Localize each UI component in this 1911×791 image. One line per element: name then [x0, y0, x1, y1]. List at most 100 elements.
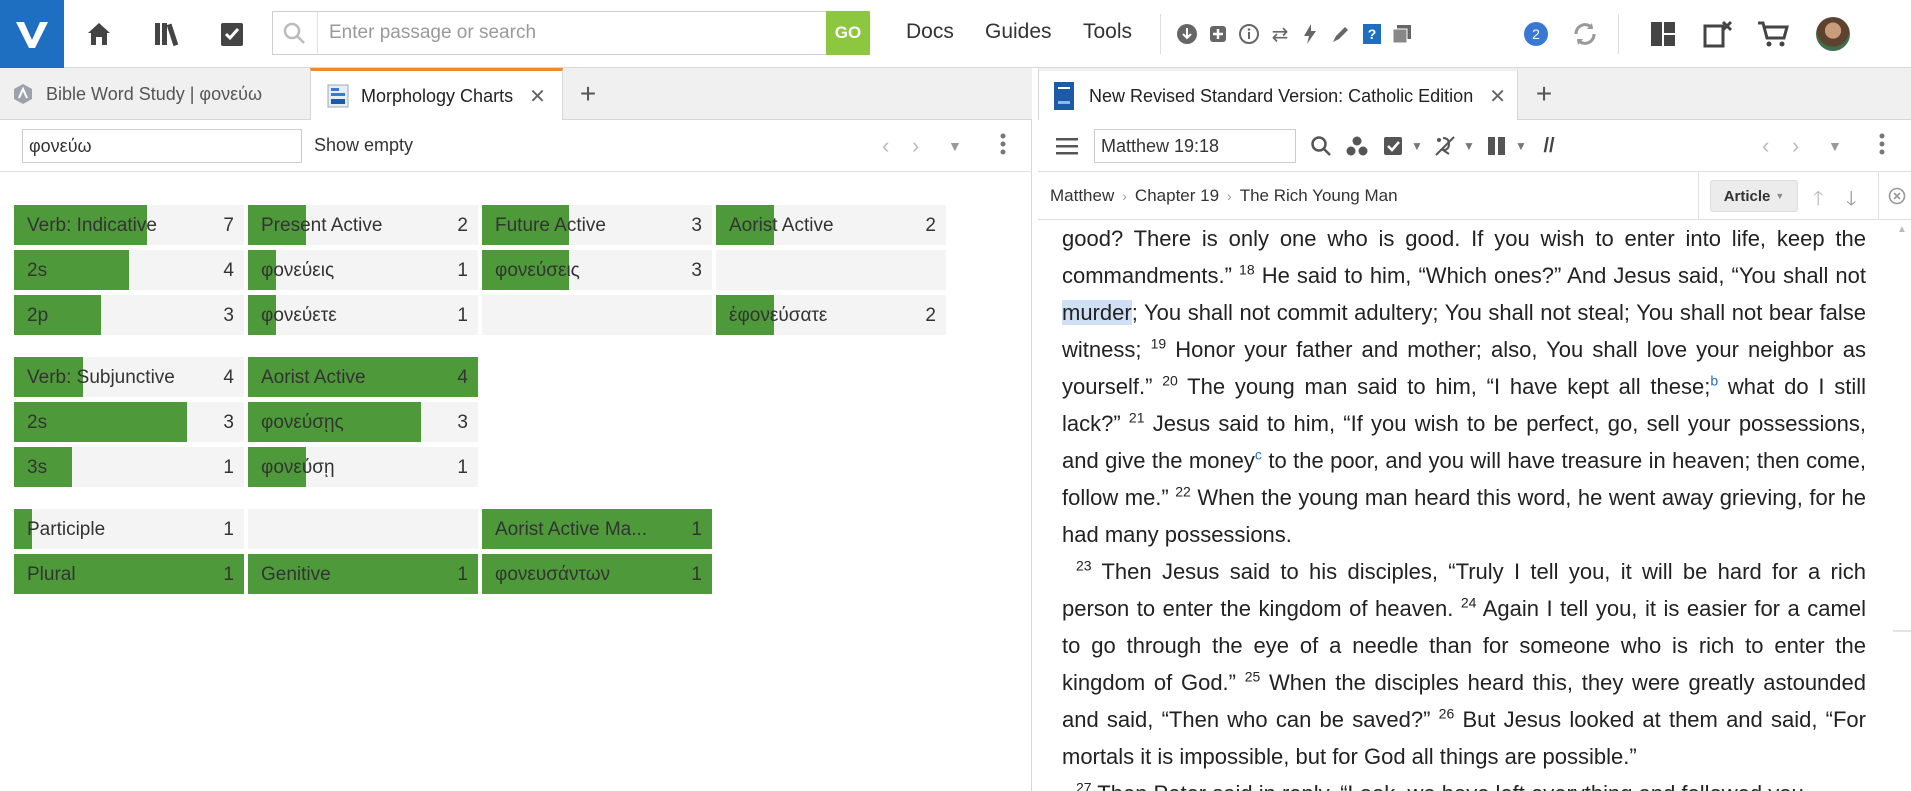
article-dropdown-button[interactable]: Article ▼ — [1710, 180, 1798, 212]
verse-number[interactable]: 19 — [1151, 336, 1167, 352]
reference-input[interactable] — [1094, 129, 1296, 163]
close-panels-icon[interactable] — [1698, 14, 1738, 54]
morph-cell-verb-indicative[interactable]: Verb: Indicative 7 — [14, 205, 244, 245]
chevron-down-icon: ▼ — [1775, 191, 1785, 201]
morph-cell-aorist-active-masculine[interactable]: Aorist Active Ma... 1 — [482, 509, 712, 549]
columns-dropdown-icon[interactable]: ▼ — [1508, 133, 1534, 159]
morph-cell-3s[interactable]: 3s 1 — [14, 447, 244, 487]
panel-menu-icon[interactable] — [1876, 132, 1888, 156]
morph-cell-2s[interactable]: 2s 4 — [14, 250, 244, 290]
bible-reader-panel: ▼ ▼ ▼ // ‹ › ▼ Matthew › Chapter 19 › Th… — [1038, 120, 1911, 791]
verse-number[interactable]: 22 — [1175, 484, 1191, 500]
morph-cell-participle[interactable]: Participle 1 — [14, 509, 244, 549]
tab-label: New Revised Standard Version: Catholic E… — [1089, 85, 1474, 106]
word-study-icon — [14, 84, 32, 104]
morph-cell-form[interactable]: ἐφονεύσατε 2 — [716, 295, 946, 335]
help-icon[interactable]: ? — [1358, 20, 1386, 48]
add-tab-button[interactable]: + — [1528, 78, 1560, 110]
verse-number[interactable]: 21 — [1129, 410, 1145, 426]
next-arrow-icon[interactable]: 🡓 — [1846, 184, 1856, 218]
forward-arrow-icon[interactable]: › — [912, 133, 919, 159]
morph-cell-2p[interactable]: 2p 3 — [14, 295, 244, 335]
close-tab-icon[interactable]: ✕ — [529, 84, 546, 109]
columns-icon[interactable] — [1484, 133, 1510, 159]
chevron-right-icon: › — [1122, 188, 1127, 204]
text: Then Peter said in reply, “Look, we have… — [1092, 781, 1810, 791]
morph-cell-form[interactable]: φονεύσεις 3 — [482, 250, 712, 290]
passage-search-input[interactable] — [329, 12, 799, 54]
footnote-marker[interactable]: c — [1255, 447, 1262, 463]
tools-menu[interactable]: Tools — [1083, 20, 1132, 44]
verse-number[interactable]: 25 — [1245, 669, 1261, 685]
morph-cell-present-active[interactable]: Present Active 2 — [248, 205, 478, 245]
forward-arrow-icon[interactable]: › — [1792, 133, 1799, 159]
morph-cell-genitive[interactable]: Genitive 1 — [248, 554, 478, 594]
morph-cell-plural[interactable]: Plural 1 — [14, 554, 244, 594]
search-icon[interactable] — [1308, 133, 1334, 159]
show-empty-toggle[interactable]: Show empty — [314, 135, 413, 156]
scrollbar[interactable]: ▲ — [1889, 220, 1911, 791]
notification-badge[interactable]: 2 — [1524, 22, 1548, 46]
info-icon[interactable] — [1235, 20, 1263, 48]
user-avatar[interactable] — [1816, 17, 1850, 51]
highlighted-word[interactable]: murder — [1062, 300, 1132, 325]
interlinear-icon[interactable] — [1432, 133, 1458, 159]
interlinear-dropdown-icon[interactable]: ▼ — [1456, 133, 1482, 159]
parallel-resources-icon[interactable] — [1344, 133, 1370, 159]
tasks-icon[interactable] — [212, 14, 252, 54]
addins-icon[interactable] — [1204, 20, 1232, 48]
filter-dropdown-icon[interactable]: ▼ — [1404, 133, 1430, 159]
panel-menu-icon[interactable] — [997, 132, 1009, 156]
morph-cell-form[interactable]: φονεύετε 1 — [248, 295, 478, 335]
guides-menu[interactable]: Guides — [985, 20, 1052, 44]
tab-nrsv-catholic[interactable]: New Revised Standard Version: Catholic E… — [1038, 68, 1518, 121]
verse-number[interactable]: 18 — [1239, 262, 1255, 278]
morph-cell-form[interactable]: φονευσάντων 1 — [482, 554, 712, 594]
breadcrumb-chapter[interactable]: Chapter 19 — [1135, 186, 1219, 206]
verse-number[interactable]: 26 — [1439, 706, 1455, 722]
back-arrow-icon[interactable]: ‹ — [882, 133, 889, 159]
tab-morphology-charts[interactable]: Morphology Charts ✕ — [310, 68, 563, 121]
visual-filter-icon[interactable] — [1380, 133, 1406, 159]
download-icon[interactable] — [1173, 20, 1201, 48]
morph-cell-form[interactable]: φονεύσῃς 3 — [248, 402, 478, 442]
cart-icon[interactable] — [1753, 14, 1793, 54]
lightning-icon[interactable] — [1296, 20, 1324, 48]
breadcrumb-section[interactable]: The Rich Young Man — [1240, 186, 1398, 206]
lemma-input[interactable] — [22, 129, 302, 163]
close-circle-icon[interactable] — [1888, 187, 1906, 205]
sync-arrows-icon[interactable]: ⇄ — [1266, 20, 1294, 48]
home-icon[interactable] — [79, 14, 119, 54]
verse-number[interactable]: 24 — [1461, 595, 1477, 611]
verse-number[interactable]: 23 — [1076, 558, 1092, 574]
morph-cell-form[interactable]: φονεύσῃ 1 — [248, 447, 478, 487]
breadcrumb-book[interactable]: Matthew — [1050, 186, 1114, 206]
history-dropdown-icon[interactable]: ▼ — [1828, 138, 1842, 154]
tab-label: Morphology Charts — [361, 85, 514, 106]
back-arrow-icon[interactable]: ‹ — [1762, 133, 1769, 159]
verse-number[interactable]: 27 — [1076, 780, 1092, 791]
logos-logo-icon[interactable] — [0, 0, 64, 68]
footnote-marker[interactable]: b — [1710, 373, 1718, 389]
go-button[interactable]: GO — [826, 11, 870, 55]
morph-cell-verb-subjunctive[interactable]: Verb: Subjunctive 4 — [14, 357, 244, 397]
close-tab-icon[interactable]: ✕ — [1489, 84, 1506, 109]
hamburger-menu-icon[interactable] — [1054, 133, 1080, 159]
library-icon[interactable] — [149, 14, 189, 54]
docs-menu[interactable]: Docs — [906, 20, 954, 44]
morph-cell-2s[interactable]: 2s 3 — [14, 402, 244, 442]
previous-arrow-icon[interactable]: 🡑 — [1813, 184, 1823, 218]
layouts-icon[interactable] — [1643, 14, 1683, 54]
verse-number[interactable]: 20 — [1162, 373, 1178, 389]
morph-cell-aorist-active[interactable]: Aorist Active 4 — [248, 357, 478, 397]
sync-icon[interactable] — [1568, 17, 1602, 51]
add-tab-button[interactable]: + — [572, 78, 604, 110]
highlighter-icon[interactable] — [1327, 20, 1355, 48]
morph-cell-form[interactable]: φονεύεις 1 — [248, 250, 478, 290]
parallel-sync-icon[interactable]: // — [1536, 133, 1562, 159]
tab-bible-word-study[interactable]: Bible Word Study | φονεύω — [0, 68, 310, 120]
layouts-copy-icon[interactable] — [1388, 20, 1416, 48]
history-dropdown-icon[interactable]: ▼ — [948, 138, 962, 154]
morph-cell-aorist-active[interactable]: Aorist Active 2 — [716, 205, 946, 245]
morph-cell-future-active[interactable]: Future Active 3 — [482, 205, 712, 245]
